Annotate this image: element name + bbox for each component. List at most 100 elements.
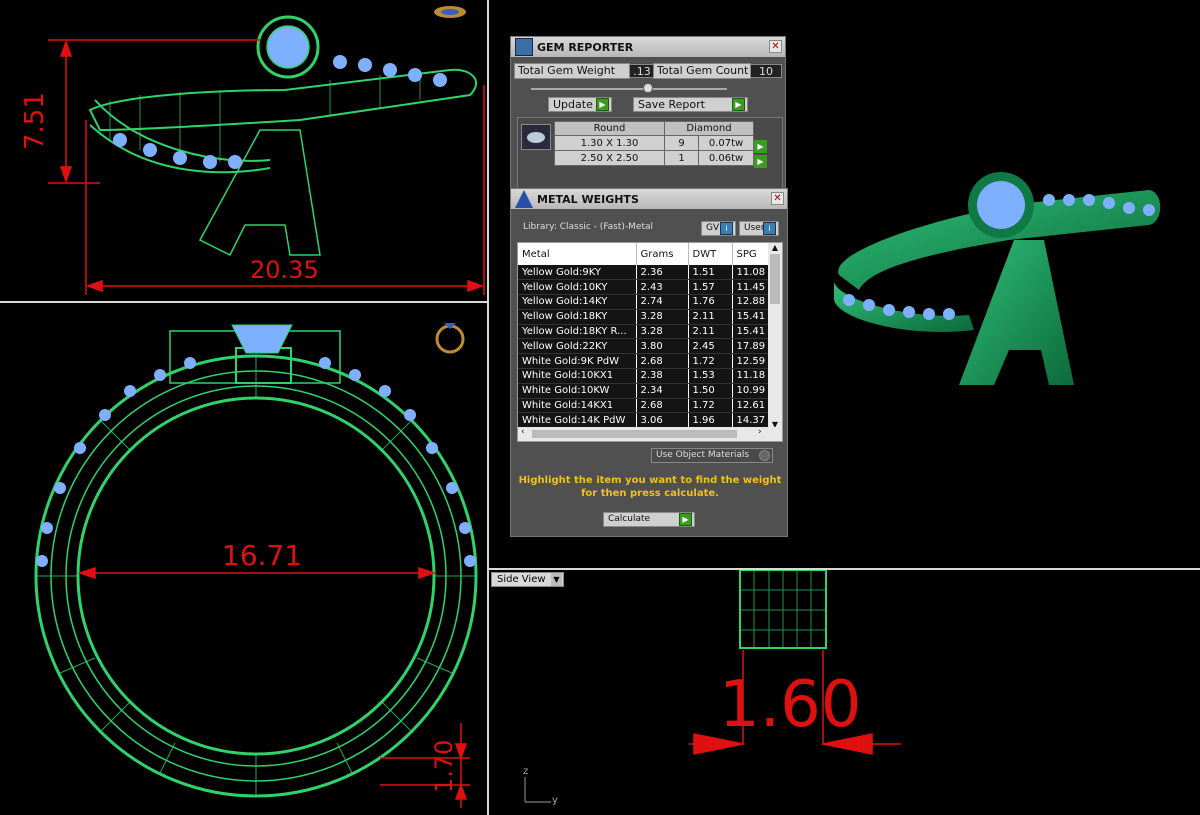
metal-name: White Gold:10KX1 [518, 368, 637, 384]
metal-name: White Gold:14KX1 [518, 398, 637, 414]
gem-table: Round Diamond 1.30 X 1.30 9 0.07tw 2.50 X 2… [554, 121, 754, 166]
slider-track[interactable] [531, 88, 727, 90]
table-row[interactable]: Yellow Gold:22KY 3.80 2.45 17.89 [518, 338, 770, 355]
gem-col-type: Diamond [664, 121, 754, 136]
info-icon: i [763, 222, 776, 235]
close-icon[interactable]: ✕ [769, 40, 782, 53]
horizontal-scrollbar[interactable]: ‹ › [518, 427, 782, 441]
metal-name: Yellow Gold:9KY [518, 265, 637, 281]
metal-weights-icon [515, 190, 533, 208]
axis-z-label: z [523, 766, 529, 777]
total-gem-count-label: Total Gem Count [653, 63, 751, 79]
table-row[interactable]: White Gold:10KW 2.34 1.50 10.99 [518, 383, 770, 399]
gem-row[interactable]: 1.30 X 1.30 9 0.07tw [554, 135, 754, 151]
metal-name: Yellow Gold:22KY [518, 338, 637, 355]
metal-dwt: 1.51 [688, 265, 733, 281]
metal-name: Yellow Gold:14KY [518, 294, 637, 310]
table-row[interactable]: Yellow Gold:18KY 3.28 2.11 15.41 [518, 309, 770, 325]
front-view-viewport[interactable]: 16.71 1.70 [0, 303, 487, 815]
gem-weight: 0.06tw [698, 150, 754, 166]
play-icon[interactable]: ▶ [754, 155, 767, 168]
metal-dwt: 1.57 [688, 279, 733, 296]
view-selector-label: Side View [497, 574, 546, 585]
metal-spg: 14.37 [732, 412, 770, 429]
gv-toggle[interactable]: GV i [701, 221, 736, 236]
metal-dwt: 1.50 [688, 383, 733, 399]
metal-grams: 2.36 [636, 265, 689, 281]
metal-grams: 2.34 [636, 383, 689, 399]
play-icon: ▶ [679, 513, 692, 526]
metal-spg: 10.99 [732, 383, 770, 399]
close-icon[interactable]: ✕ [771, 192, 784, 205]
metal-spg: 15.41 [732, 309, 770, 325]
gem-shape-icon [521, 124, 551, 150]
col-spg[interactable]: SPG [732, 243, 770, 265]
axis-y-label: y [552, 795, 558, 806]
metal-dwt: 1.72 [688, 398, 733, 414]
table-row[interactable]: White Gold:10KX1 2.38 1.53 11.18 [518, 368, 770, 384]
metal-name: White Gold:10KW [518, 383, 637, 399]
metal-dwt: 1.72 [688, 353, 733, 370]
table-row[interactable]: White Gold:14KX1 2.68 1.72 12.61 [518, 398, 770, 414]
play-icon: ▶ [732, 98, 745, 111]
metal-name: Yellow Gold:18KY [518, 309, 637, 325]
metal-weights-panel: METAL WEIGHTS ✕ Library: Classic - (Fast… [510, 188, 788, 537]
table-row[interactable]: Yellow Gold:10KY 2.43 1.57 11.45 [518, 279, 770, 296]
metal-table-container[interactable]: Metal Grams DWT SPG Yellow Gold:9KY 2.36 1… [517, 242, 783, 442]
vertical-scrollbar[interactable]: ▲ ▼ [768, 243, 782, 429]
gem-row[interactable]: 2.50 X 2.50 1 0.06tw [554, 150, 754, 166]
table-row[interactable]: White Gold:9K PdW 2.68 1.72 12.59 [518, 353, 770, 370]
metal-spg: 12.61 [732, 398, 770, 414]
checkbox-icon [759, 450, 770, 461]
table-row[interactable]: Yellow Gold:18KY R... 3.28 2.11 15.41 [518, 324, 770, 340]
gem-weight: 0.07tw [698, 135, 754, 151]
dim-width-label: 1.60 [719, 668, 862, 742]
metal-grams: 3.28 [636, 309, 689, 325]
metal-spg: 15.41 [732, 324, 770, 340]
play-icon[interactable]: ▶ [754, 140, 767, 153]
view-selector[interactable]: Side View ▼ [491, 572, 564, 587]
total-gem-weight-label: Total Gem Weight [514, 63, 630, 79]
metal-grams: 3.28 [636, 324, 689, 340]
slider-handle[interactable] [643, 83, 653, 93]
metal-weights-title: METAL WEIGHTS [537, 192, 639, 206]
gem-list: Round Diamond 1.30 X 1.30 9 0.07tw 2.50 X 2… [517, 117, 783, 191]
metal-dwt: 2.45 [688, 338, 733, 355]
metal-grams: 2.74 [636, 294, 689, 310]
metal-dwt: 1.76 [688, 294, 733, 310]
gem-col-shape: Round [554, 121, 665, 136]
col-dwt[interactable]: DWT [688, 243, 733, 265]
save-report-button[interactable]: Save Report ▶ [633, 97, 748, 112]
table-row[interactable]: White Gold:14K PdW 3.06 1.96 14.37 [518, 412, 770, 429]
metal-spg: 12.59 [732, 353, 770, 370]
update-button[interactable]: Update ▶ [548, 97, 612, 112]
dim-height-label: 7.51 [20, 92, 50, 150]
user-toggle[interactable]: User i [739, 221, 779, 236]
dim-thickness-label: 1.70 [430, 739, 458, 793]
metal-grams: 2.38 [636, 368, 689, 384]
gem-reporter-titlebar[interactable]: GEM REPORTER ✕ [511, 37, 785, 57]
info-icon: i [720, 222, 733, 235]
metal-spg: 11.45 [732, 279, 770, 296]
chevron-down-icon: ▼ [551, 573, 562, 586]
col-metal[interactable]: Metal [518, 243, 637, 265]
side-view-viewport[interactable]: Side View ▼ 1.60 z y [489, 570, 1200, 815]
metal-name: Yellow Gold:10KY [518, 279, 637, 296]
metal-weights-titlebar[interactable]: METAL WEIGHTS ✕ [511, 189, 787, 209]
table-row[interactable]: Yellow Gold:14KY 2.74 1.76 12.88 [518, 294, 770, 310]
table-row[interactable]: Yellow Gold:9KY 2.36 1.51 11.08 [518, 265, 770, 281]
dim-width-label: 20.35 [250, 256, 319, 284]
use-object-materials-checkbox[interactable]: Use Object Materials [651, 448, 773, 463]
total-gem-weight-value: .13 [629, 64, 655, 78]
metal-grams: 2.68 [636, 398, 689, 414]
metal-grams: 2.43 [636, 279, 689, 296]
top-view-viewport[interactable]: 7.51 20.35 [0, 0, 487, 301]
calculate-button[interactable]: Calculate ▶ [603, 512, 695, 527]
metal-grams: 3.80 [636, 338, 689, 355]
metal-grams: 3.06 [636, 412, 689, 429]
library-label: Library: Classic - (Fast)-Metal [523, 222, 654, 232]
col-grams[interactable]: Grams [636, 243, 689, 265]
gem-reporter-title: GEM REPORTER [537, 40, 634, 54]
hint-line-1: Highlight the item you want to find the … [518, 475, 782, 486]
metal-spg: 11.18 [732, 368, 770, 384]
